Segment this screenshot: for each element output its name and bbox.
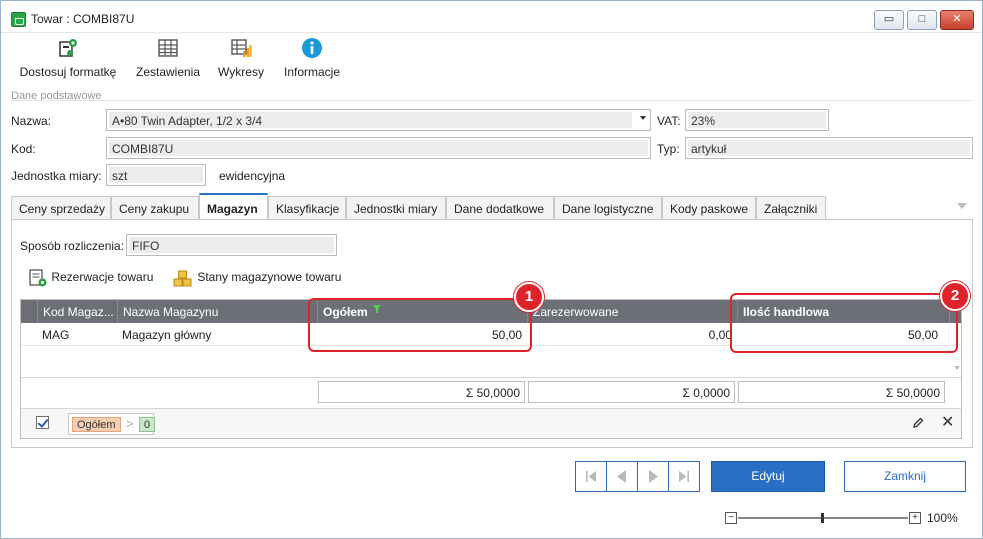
last-record-button[interactable]: [668, 461, 700, 492]
toolbar-reports-label: Zestawienia: [135, 65, 201, 79]
callout-badge-2: 2: [940, 281, 970, 311]
highlight-total-column: [308, 298, 532, 352]
zoom-level: 100%: [927, 511, 958, 525]
type-field[interactable]: artykuł: [685, 137, 973, 159]
tab-overflow-icon[interactable]: [957, 203, 967, 209]
sum-total: Σ 50,0000: [318, 381, 525, 403]
maximize-button[interactable]: □: [907, 10, 937, 30]
filter-field-chip: Ogółem: [72, 417, 121, 432]
edit-filter-pencil-icon[interactable]: [912, 417, 924, 429]
unit-suffix: ewidencyjna: [219, 169, 286, 183]
first-record-button[interactable]: [575, 461, 607, 492]
tab-attachments[interactable]: Załączniki: [756, 196, 826, 220]
filter-enabled-checkbox[interactable]: [36, 416, 49, 429]
reservations-link[interactable]: Rezerwacje towaru: [28, 268, 153, 288]
customize-form-icon: [59, 39, 77, 57]
first-record-icon: [586, 471, 596, 482]
zoom-in-button[interactable]: +: [909, 512, 921, 524]
window-title: Towar : COMBI87U: [31, 12, 135, 26]
sum-reserved: Σ 0,0000: [528, 381, 735, 403]
type-value: artykuł: [691, 142, 727, 156]
toolbar-customize-form-label: Dostosuj formatkę: [19, 65, 117, 79]
filter-operator: >: [126, 416, 134, 431]
vat-label: VAT:: [657, 114, 681, 128]
toolbar-info-label: Informacje: [283, 65, 341, 79]
stacked-boxes-icon: [173, 270, 192, 287]
clear-filter-close-icon[interactable]: ✕: [941, 415, 954, 431]
filter-value-chip: 0: [139, 417, 156, 432]
name-combobox[interactable]: A•80 Twin Adapter, 1/2 x 3/4: [106, 109, 651, 131]
grid-filter-bar: Ogółem > 0 ✕: [21, 408, 961, 438]
vat-field[interactable]: 23%: [685, 109, 829, 131]
previous-record-icon: [617, 470, 626, 483]
tab-barcodes[interactable]: Kody paskowe: [662, 196, 756, 220]
toolbar-customize-form[interactable]: Dostosuj formatkę: [18, 37, 118, 79]
title-bar: Towar : COMBI87U ▭ □ ✕: [1, 1, 982, 33]
minimize-button[interactable]: ▭: [874, 10, 904, 30]
sum-tradable: Σ 50,0000: [738, 381, 945, 403]
table-grid-icon: [158, 39, 178, 57]
close-window-button[interactable]: ✕: [940, 10, 974, 30]
grid-header-indicator: [21, 300, 37, 323]
code-label: Kod:: [11, 142, 36, 156]
cell-reserved: 0,00: [708, 328, 732, 342]
column-reserved[interactable]: Zarezerwowane: [527, 300, 737, 323]
code-value: COMBI87U: [112, 142, 174, 156]
code-field[interactable]: COMBI87U: [106, 137, 651, 159]
name-label: Nazwa:: [11, 114, 52, 128]
tab-sales-prices[interactable]: Ceny sprzedaży: [11, 196, 111, 220]
tab-purchase-prices[interactable]: Ceny zakupu: [111, 196, 199, 220]
name-value: A•80 Twin Adapter, 1/2 x 3/4: [112, 114, 263, 128]
cell-warehouse-name: Magazyn główny: [122, 328, 212, 342]
product-window: Towar : COMBI87U ▭ □ ✕ Dostosuj formatkę…: [0, 0, 983, 539]
chart-table-icon: [231, 39, 252, 57]
next-record-icon: [649, 470, 658, 483]
unit-field[interactable]: szt: [106, 164, 206, 186]
reservations-link-label: Rezerwacje towaru: [51, 270, 154, 285]
column-warehouse-name[interactable]: Nazwa Magazynu: [117, 300, 317, 323]
stock-levels-link-label: Stany magazynowe towaru: [197, 270, 342, 285]
toolbar-charts[interactable]: Wykresy: [214, 37, 268, 79]
previous-record-button[interactable]: [606, 461, 638, 492]
unit-value: szt: [112, 169, 128, 183]
tab-units[interactable]: Jednostki miary: [346, 196, 446, 220]
settlement-label: Sposób rozliczenia:: [20, 239, 125, 253]
toolbar-reports[interactable]: Zestawienia: [134, 37, 202, 79]
app-basket-icon: [11, 12, 26, 27]
callout-badge-1: 1: [514, 282, 544, 312]
type-label: Typ:: [657, 142, 680, 156]
tab-logistics-data[interactable]: Dane logistyczne: [554, 196, 662, 220]
reservation-document-icon: [29, 269, 47, 287]
edit-button[interactable]: Edytuj: [711, 461, 825, 492]
next-record-button[interactable]: [637, 461, 669, 492]
filter-expression[interactable]: Ogółem > 0: [68, 413, 156, 435]
stock-levels-link[interactable]: Stany magazynowe towaru: [172, 268, 341, 288]
tab-additional-data[interactable]: Dane dodatkowe: [446, 196, 554, 220]
chevron-down-icon[interactable]: [640, 116, 646, 120]
toolbar-info[interactable]: Informacje: [281, 37, 343, 79]
column-warehouse-code[interactable]: Kod Magaz...: [37, 300, 117, 323]
tab-warehouse[interactable]: Magazyn: [199, 193, 268, 220]
close-button[interactable]: Zamknij: [844, 461, 966, 492]
cell-warehouse-code: MAG: [42, 328, 70, 342]
vat-value: 23%: [691, 114, 716, 128]
settlement-field[interactable]: FIFO: [126, 234, 337, 256]
scroll-down-icon[interactable]: [954, 366, 960, 370]
tab-classifications[interactable]: Klasyfikacje: [268, 196, 346, 220]
zoom-out-button[interactable]: −: [725, 512, 737, 524]
highlight-tradable-column: [730, 293, 958, 353]
zoom-slider-thumb[interactable]: [821, 513, 824, 523]
toolbar-charts-label: Wykresy: [218, 65, 264, 79]
info-icon: [302, 38, 322, 58]
summary-divider: [21, 377, 961, 378]
last-record-icon: [679, 471, 689, 482]
unit-label: Jednostka miary:: [11, 169, 102, 183]
settlement-value: FIFO: [132, 239, 160, 253]
section-divider: [11, 100, 973, 101]
